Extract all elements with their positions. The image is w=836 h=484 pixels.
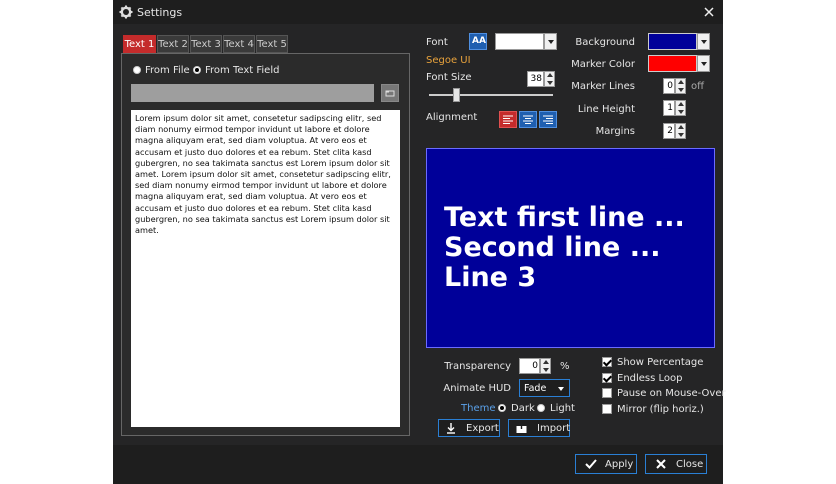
radio-from-file[interactable] bbox=[133, 66, 141, 74]
marker-color-swatch[interactable] bbox=[648, 55, 697, 72]
margins-spinner[interactable] bbox=[675, 123, 686, 139]
close-label: Close bbox=[676, 459, 704, 470]
radio-from-text-field[interactable] bbox=[193, 66, 201, 74]
check-icon bbox=[585, 459, 597, 469]
tab-text-5[interactable]: Text 5 bbox=[256, 35, 288, 53]
marker-lines-spinner[interactable] bbox=[675, 78, 686, 94]
marker-color-dropdown[interactable] bbox=[697, 55, 710, 72]
align-right-icon bbox=[543, 115, 553, 124]
line-height-input[interactable]: 1 bbox=[663, 100, 675, 116]
close-button[interactable]: Close bbox=[645, 454, 707, 474]
animate-hud-label: Animate HUD bbox=[443, 383, 511, 394]
animate-hud-value: Fade bbox=[524, 383, 547, 394]
transparency-spinner[interactable] bbox=[540, 358, 551, 374]
upload-icon bbox=[516, 423, 527, 433]
apply-button[interactable]: Apply bbox=[575, 454, 637, 474]
import-button[interactable]: Import bbox=[508, 419, 570, 437]
theme-light-label: Light bbox=[550, 403, 575, 414]
show-percentage-checkbox[interactable] bbox=[602, 357, 612, 367]
tab-text-2[interactable]: Text 2 bbox=[157, 35, 189, 53]
margins-input[interactable]: 2 bbox=[663, 123, 675, 139]
mirror-label: Mirror (flip horiz.) bbox=[617, 404, 704, 415]
font-size-slider-track[interactable] bbox=[429, 94, 553, 96]
align-left-icon bbox=[503, 115, 513, 124]
line-height-label: Line Height bbox=[577, 104, 635, 115]
close-icon[interactable] bbox=[701, 4, 717, 20]
from-text-field-label: From Text Field bbox=[205, 65, 280, 76]
show-percentage-label: Show Percentage bbox=[617, 357, 704, 368]
title-bar: Settings bbox=[113, 0, 723, 24]
file-path-input[interactable] bbox=[131, 84, 374, 102]
browse-button[interactable] bbox=[381, 84, 399, 102]
alignment-label: Alignment bbox=[426, 112, 478, 123]
settings-window: Settings Text 1 Text 2 Text 3 Text 4 Tex… bbox=[113, 0, 726, 484]
gear-icon bbox=[119, 5, 133, 19]
font-size-label: Font Size bbox=[426, 72, 472, 83]
window-title: Settings bbox=[137, 6, 183, 19]
marker-lines-label: Marker Lines bbox=[571, 81, 635, 92]
import-label: Import bbox=[537, 423, 571, 434]
text-content-area[interactable]: Lorem ipsum dolor sit amet, consetetur s… bbox=[131, 110, 400, 427]
from-file-label: From File bbox=[145, 65, 190, 76]
folder-icon bbox=[385, 90, 395, 97]
align-center-button[interactable] bbox=[519, 111, 537, 128]
line-height-spinner[interactable] bbox=[675, 100, 686, 116]
font-size-spinner[interactable] bbox=[544, 71, 555, 87]
background-color-dropdown[interactable] bbox=[697, 33, 710, 50]
tab-text-3[interactable]: Text 3 bbox=[190, 35, 222, 53]
align-left-button[interactable] bbox=[499, 111, 517, 128]
pause-on-mouse-over-label: Pause on Mouse-Over bbox=[617, 388, 726, 399]
apply-label: Apply bbox=[605, 459, 634, 470]
theme-label: Theme bbox=[461, 403, 496, 414]
pause-on-mouse-over-checkbox[interactable] bbox=[602, 388, 612, 398]
preview-line-2: Second line ... bbox=[444, 232, 661, 263]
background-label: Background bbox=[575, 37, 635, 48]
marker-lines-off: off bbox=[691, 81, 705, 92]
animate-hud-select[interactable]: Fade bbox=[519, 379, 570, 397]
tab-text-4[interactable]: Text 4 bbox=[223, 35, 255, 53]
font-picker-button[interactable]: AA bbox=[469, 33, 487, 50]
transparency-input[interactable]: 0 bbox=[519, 358, 540, 374]
theme-dark-label: Dark bbox=[511, 403, 535, 414]
x-icon bbox=[656, 459, 666, 469]
align-center-icon bbox=[523, 115, 533, 124]
radio-theme-light[interactable] bbox=[537, 404, 545, 412]
preview-line-1: Text first line ... bbox=[444, 202, 685, 233]
font-size-input[interactable]: 38 bbox=[527, 71, 544, 87]
mirror-checkbox[interactable] bbox=[602, 404, 612, 414]
background-color-swatch[interactable] bbox=[648, 33, 697, 50]
font-size-slider-thumb[interactable] bbox=[453, 88, 460, 102]
preview-line-3: Line 3 bbox=[444, 262, 537, 293]
export-button[interactable]: Export bbox=[438, 419, 500, 437]
font-name: Segoe UI bbox=[426, 55, 471, 66]
hud-preview: Text first line ... Second line ... Line… bbox=[426, 148, 715, 348]
radio-theme-dark[interactable] bbox=[498, 404, 506, 412]
transparency-label: Transparency bbox=[444, 361, 511, 372]
marker-color-label: Marker Color bbox=[571, 59, 635, 70]
font-label: Font bbox=[426, 37, 448, 48]
endless-loop-checkbox[interactable] bbox=[602, 373, 612, 383]
font-icon: AA bbox=[472, 36, 486, 46]
font-color-field[interactable] bbox=[495, 33, 544, 50]
download-icon bbox=[447, 423, 455, 434]
tab-text-1[interactable]: Text 1 bbox=[123, 35, 156, 53]
transparency-unit: % bbox=[560, 361, 570, 372]
endless-loop-label: Endless Loop bbox=[617, 373, 683, 384]
marker-lines-input[interactable]: 0 bbox=[663, 78, 675, 94]
margins-label: Margins bbox=[595, 126, 635, 137]
export-label: Export bbox=[466, 423, 499, 434]
